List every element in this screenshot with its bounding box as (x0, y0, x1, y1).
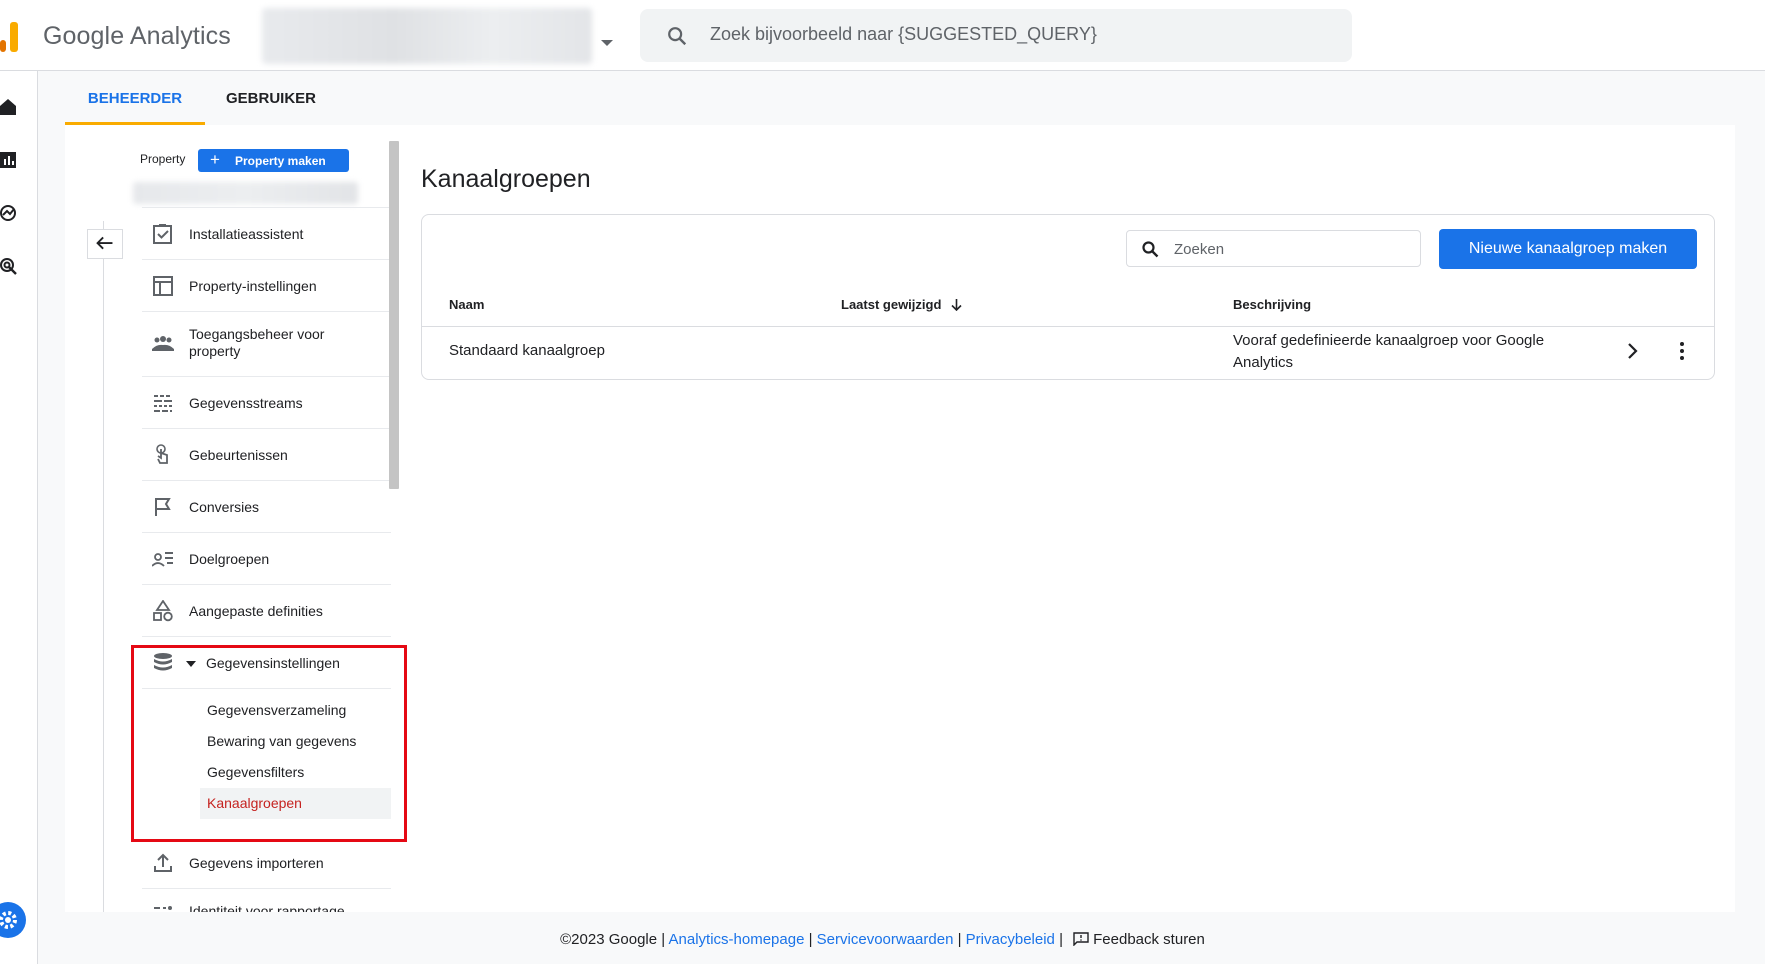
layout-icon (153, 276, 173, 296)
sidebar-item-property-instellingen[interactable]: Property-instellingen (142, 260, 391, 312)
row-name: Standaard kanaalgroep (449, 342, 605, 359)
search-icon (668, 27, 687, 46)
footer-separator: | (808, 931, 813, 948)
analytics-homepage-link[interactable]: Analytics-homepage (669, 931, 805, 948)
column-header-beschrijving[interactable]: Beschrijving (1233, 297, 1311, 312)
column-header-naam[interactable]: Naam (449, 297, 484, 312)
create-channel-group-button[interactable]: Nieuwe kanaalgroep maken (1439, 229, 1697, 269)
copyright: ©2023 Google | (560, 931, 666, 948)
tab-gebruiker[interactable]: GEBRUIKER (205, 80, 337, 125)
footer-separator: | (957, 931, 962, 948)
top-app-bar: Google Analytics Zoek bijvoorbeeld naar … (0, 0, 1765, 71)
back-button[interactable] (87, 229, 123, 259)
sidebar-item-gegevens-importeren[interactable]: Gegevens importeren (142, 837, 391, 889)
analytics-logo-icon[interactable] (0, 22, 24, 52)
arrow-back-icon (96, 236, 113, 250)
reports-icon[interactable] (0, 151, 18, 169)
sidebar-item-aangepaste-definities[interactable]: Aangepaste definities (142, 585, 391, 637)
page-title: Kanaalgroepen (421, 165, 591, 193)
feedback-icon (1073, 932, 1089, 946)
brand-title: Google Analytics (43, 22, 231, 50)
upload-icon (154, 853, 172, 872)
sidebar-item-gegevensstreams[interactable]: Gegevensstreams (142, 377, 391, 429)
sidebar-item-conversies[interactable]: Conversies (142, 481, 391, 533)
nav-divider (103, 221, 104, 912)
sidebar-item-installatieassistent[interactable]: Installatieassistent (142, 208, 391, 260)
shapes-icon (153, 600, 173, 622)
sidebar-item-toegangsbeheer[interactable]: Toegangsbeheer voor property (142, 312, 391, 377)
search-icon (1142, 241, 1159, 258)
more-vert-icon[interactable] (1672, 339, 1692, 363)
account-selector[interactable] (262, 8, 592, 64)
channel-groups-table-card: Zoeken Nieuwe kanaalgroep maken Naam Laa… (421, 214, 1715, 380)
column-header-laatst-gewijzigd[interactable]: Laatst gewijzigd (841, 297, 962, 312)
search-placeholder: Zoek bijvoorbeeld naar {SUGGESTED_QUERY} (710, 24, 1097, 44)
table-search-placeholder: Zoeken (1174, 241, 1225, 258)
sidebar-item-identiteit[interactable]: Identiteit voor rapportage (142, 889, 391, 912)
property-selector[interactable] (133, 182, 358, 204)
identity-icon (154, 906, 172, 910)
sidebar-item-gebeurtenissen[interactable]: Gebeurtenissen (142, 429, 391, 481)
audience-icon (152, 552, 173, 567)
checkbox-icon (153, 224, 172, 244)
privacy-policy-link[interactable]: Privacybeleid (966, 931, 1055, 948)
feedback-link[interactable]: Feedback sturen (1093, 931, 1205, 948)
terms-of-service-link[interactable]: Servicevoorwaarden (817, 931, 954, 948)
tab-beheerder[interactable]: BEHEERDER (65, 80, 205, 125)
left-nav-rail (0, 71, 38, 964)
arrow-down-icon (951, 299, 962, 312)
create-property-button[interactable]: + Property maken (198, 149, 349, 172)
chevron-right-icon[interactable] (1622, 341, 1642, 361)
admin-panel: Property + Property maken Installatieassi… (65, 125, 1735, 912)
home-icon[interactable] (0, 98, 18, 116)
people-icon (152, 336, 174, 351)
search-input[interactable]: Zoek bijvoorbeeld naar {SUGGESTED_QUERY} (640, 9, 1352, 62)
highlight-box (131, 645, 407, 842)
footer: ©2023 Google | Analytics-homepage | Serv… (0, 931, 1765, 948)
flag-icon (155, 498, 171, 516)
sidebar-item-doelgroepen[interactable]: Doelgroepen (142, 533, 391, 585)
advertising-icon[interactable] (0, 257, 18, 275)
property-label: Property (140, 152, 186, 166)
row-description-line-2: Analytics (1233, 354, 1294, 371)
footer-separator: | (1059, 931, 1063, 948)
explore-icon[interactable] (0, 204, 18, 222)
plus-icon: + (210, 150, 220, 169)
sidebar-scrollbar[interactable] (389, 141, 399, 489)
table-header-divider (422, 326, 1714, 327)
table-search-input[interactable]: Zoeken (1126, 230, 1421, 267)
row-description-line-1: Vooraf gedefinieerde kanaalgroep voor Go… (1233, 332, 1545, 349)
touch-icon (156, 444, 168, 464)
chevron-down-icon[interactable] (601, 40, 613, 46)
streams-icon (154, 395, 172, 412)
